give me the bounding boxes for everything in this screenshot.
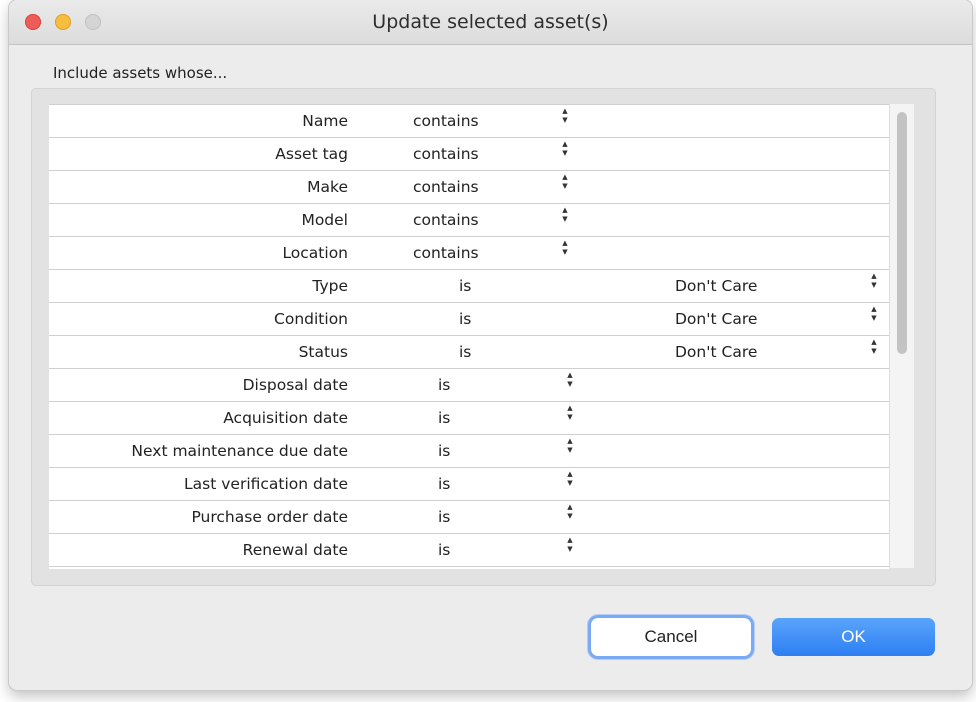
- criteria-field-label: Status: [298, 343, 348, 361]
- operator-stepper-icon[interactable]: ▲ ▼: [560, 107, 570, 133]
- operator-popup[interactable]: is: [438, 442, 450, 460]
- value-popup[interactable]: Don't Care: [675, 343, 757, 361]
- criteria-field-label: Model: [301, 211, 348, 229]
- criteria-field-label: Next maintenance due date: [131, 442, 348, 460]
- operator-popup[interactable]: is: [459, 343, 471, 361]
- criteria-field-label: Renewal date: [242, 541, 348, 559]
- criteria-field-label: Name: [302, 112, 348, 130]
- window-title: Update selected asset(s): [372, 11, 609, 33]
- criteria-row: Acquisition date is ▲ ▼: [49, 402, 889, 435]
- criteria-row: Disposal date is ▲ ▼: [49, 369, 889, 402]
- value-popup[interactable]: Don't Care: [675, 310, 757, 328]
- criteria-row: Renewal date is ▲ ▼: [49, 534, 889, 567]
- cancel-button[interactable]: Cancel: [591, 618, 751, 656]
- criteria-row: Purchase order date is ▲ ▼: [49, 501, 889, 534]
- operator-popup[interactable]: is: [438, 508, 450, 526]
- criteria-field-label: Asset tag: [275, 145, 348, 163]
- criteria-row: Model contains ▲ ▼: [49, 204, 889, 237]
- operator-popup[interactable]: is: [438, 541, 450, 559]
- include-assets-label: Include assets whose...: [53, 64, 228, 82]
- criteria-field-label: Make: [307, 178, 348, 196]
- ok-button[interactable]: OK: [772, 618, 935, 656]
- criteria-row: Location contains ▲ ▼: [49, 237, 889, 270]
- operator-popup[interactable]: is: [438, 376, 450, 394]
- criteria-row: Status is Don't Care ▲ ▼: [49, 336, 889, 369]
- criteria-row: Last verification date is ▲ ▼: [49, 468, 889, 501]
- criteria-field-label: Condition: [274, 310, 348, 328]
- criteria-row: Make contains ▲ ▼: [49, 171, 889, 204]
- value-stepper-icon[interactable]: ▲ ▼: [869, 338, 879, 364]
- operator-popup[interactable]: contains: [413, 244, 479, 262]
- criteria-row: Type is Don't Care ▲ ▼: [49, 270, 889, 303]
- operator-stepper-icon[interactable]: ▲ ▼: [560, 239, 570, 265]
- criteria-field-label: Last verification date: [184, 475, 348, 493]
- operator-popup[interactable]: is: [438, 475, 450, 493]
- operator-popup[interactable]: contains: [413, 145, 479, 163]
- criteria-field-label: Type: [312, 277, 348, 295]
- operator-popup[interactable]: is: [459, 277, 471, 295]
- operator-popup[interactable]: contains: [413, 112, 479, 130]
- operator-stepper-icon[interactable]: ▲ ▼: [560, 173, 570, 199]
- operator-stepper-icon[interactable]: ▲ ▼: [565, 470, 575, 496]
- criteria-row: Name contains ▲ ▼: [49, 105, 889, 138]
- operator-stepper-icon[interactable]: ▲ ▼: [565, 404, 575, 430]
- operator-stepper-icon[interactable]: ▲ ▼: [565, 536, 575, 562]
- operator-stepper-icon[interactable]: ▲ ▼: [565, 371, 575, 397]
- criteria-field-label: Disposal date: [242, 376, 348, 394]
- criteria-field-label: Acquisition date: [223, 409, 348, 427]
- criteria-table: Name contains ▲ ▼ Asset tag contains ▲ ▼ Make con…: [49, 104, 889, 569]
- operator-stepper-icon[interactable]: ▲ ▼: [560, 206, 570, 232]
- criteria-field-label: Purchase order date: [191, 508, 348, 526]
- value-popup[interactable]: Don't Care: [675, 277, 757, 295]
- criteria-row: Next maintenance due date is ▲ ▼: [49, 435, 889, 468]
- operator-popup[interactable]: contains: [413, 178, 479, 196]
- value-stepper-icon[interactable]: ▲ ▼: [869, 305, 879, 331]
- criteria-row: Asset tag contains ▲ ▼: [49, 138, 889, 171]
- value-stepper-icon[interactable]: ▲ ▼: [869, 272, 879, 298]
- operator-stepper-icon[interactable]: ▲ ▼: [565, 437, 575, 463]
- operator-stepper-icon[interactable]: ▲ ▼: [560, 140, 570, 166]
- operator-popup[interactable]: contains: [413, 211, 479, 229]
- operator-popup[interactable]: is: [459, 310, 471, 328]
- criteria-field-label: Location: [282, 244, 348, 262]
- operator-popup[interactable]: is: [438, 409, 450, 427]
- scrollbar-thumb[interactable]: [897, 112, 907, 354]
- operator-stepper-icon[interactable]: ▲ ▼: [565, 503, 575, 529]
- title-bar: Update selected asset(s): [9, 0, 972, 45]
- criteria-row: Condition is Don't Care ▲ ▼: [49, 303, 889, 336]
